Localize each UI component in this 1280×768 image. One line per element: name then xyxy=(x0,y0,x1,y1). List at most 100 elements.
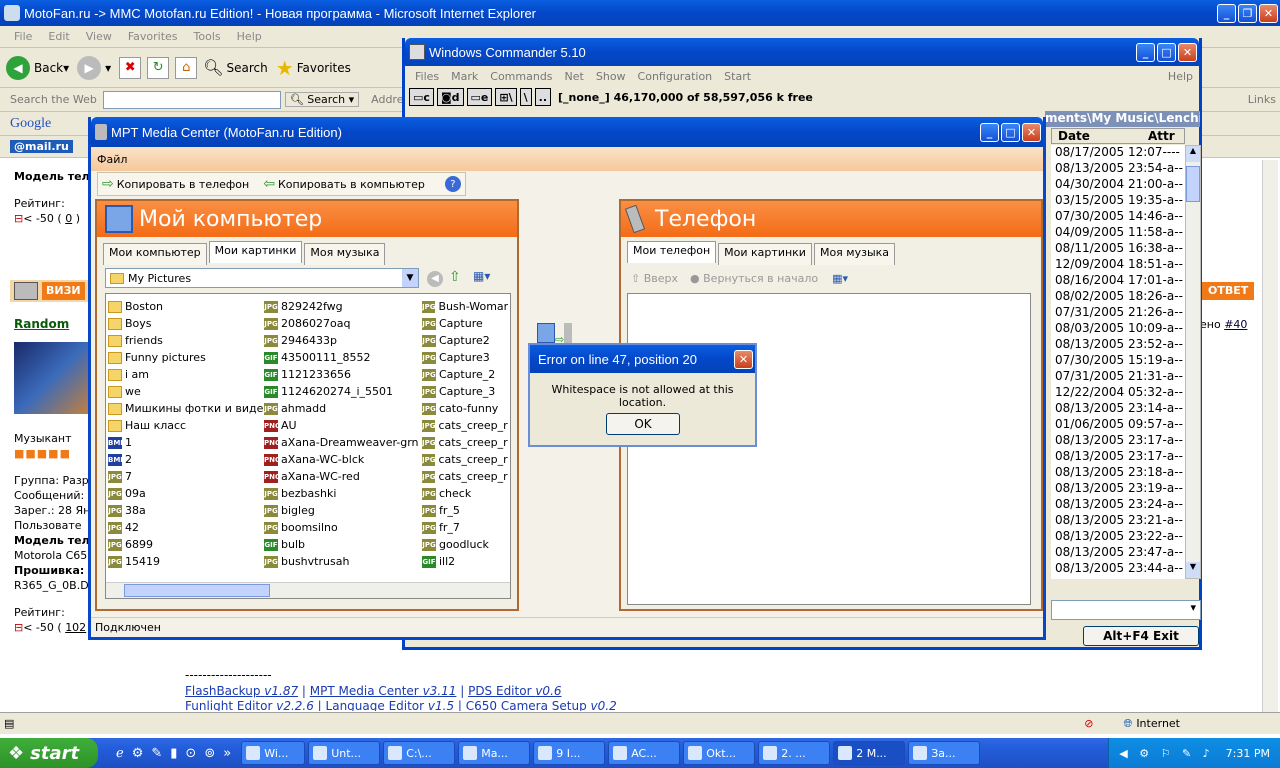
file-row-date[interactable]: 08/13/2005 23:18-a-- xyxy=(1051,465,1185,481)
file-row-date[interactable]: 08/03/2005 10:09-a-- xyxy=(1051,321,1185,337)
file-row-date[interactable]: 07/30/2005 15:19-a-- xyxy=(1051,353,1185,369)
wc-minimize-button[interactable]: _ xyxy=(1136,42,1155,62)
file-item[interactable]: JPG 42 xyxy=(108,519,270,536)
file-item[interactable]: GIF bulb xyxy=(264,536,419,553)
file-row-date[interactable]: 04/30/2004 21:00-a-- xyxy=(1051,177,1185,193)
ie-scrollbar[interactable] xyxy=(1262,160,1278,712)
file-item[interactable]: Boston xyxy=(108,298,270,315)
file-item[interactable]: Boys xyxy=(108,315,270,332)
menu-edit[interactable]: Edit xyxy=(40,30,77,43)
file-item[interactable]: JPG Capture3 xyxy=(422,349,508,366)
file-row-date[interactable]: 08/13/2005 23:14-a-- xyxy=(1051,401,1185,417)
forward-button[interactable]: ▶ ▾ xyxy=(77,55,111,80)
file-item[interactable]: JPG 829242fwg xyxy=(264,298,419,315)
menu-tools[interactable]: Tools xyxy=(186,30,229,43)
back-nav-icon[interactable]: ◀ xyxy=(427,271,443,287)
menu-help[interactable]: Help xyxy=(229,30,270,43)
file-item[interactable]: JPG ahmadd xyxy=(264,400,419,417)
reply-button[interactable]: ОТВЕТ xyxy=(1202,282,1255,300)
app-quicklaunch-icon[interactable]: ▮ xyxy=(170,746,177,761)
links-label[interactable]: Links xyxy=(1248,93,1276,106)
user-link[interactable]: Random xyxy=(14,317,69,331)
footer-link[interactable]: PDS Editor v0.6 xyxy=(468,684,561,698)
file-item[interactable]: JPG goodluck xyxy=(422,536,508,553)
footer-link[interactable]: C650 Camera Setup v0.2 xyxy=(466,699,617,711)
tab-my-music[interactable]: Моя музыка xyxy=(304,243,386,265)
file-row-date[interactable]: 08/13/2005 23:24-a-- xyxy=(1051,497,1185,513)
menu-file[interactable]: File xyxy=(6,30,40,43)
error-dialog-close-button[interactable]: ✕ xyxy=(734,349,753,369)
file-item[interactable]: JPG 2086027oaq xyxy=(264,315,419,332)
task-button[interactable]: 2. ... xyxy=(758,741,831,765)
task-button[interactable]: Ma... xyxy=(458,741,531,765)
file-item[interactable]: we xyxy=(108,383,270,400)
wc-scrollbar[interactable]: ▲ ▼ xyxy=(1185,145,1201,579)
file-item[interactable]: GIF 1121233656 xyxy=(264,366,419,383)
search-button[interactable]: 🔍︎ Search xyxy=(203,58,268,77)
mpt-maximize-button[interactable]: □ xyxy=(1001,122,1020,142)
tab-phone-music[interactable]: Моя музыка xyxy=(813,243,896,265)
file-row-date[interactable]: 08/13/2005 23:17-a-- xyxy=(1051,449,1185,465)
rating-link[interactable]: 0 xyxy=(65,212,72,225)
task-button[interactable]: AC... xyxy=(608,741,681,765)
edit-note-link[interactable]: #40 xyxy=(1224,318,1247,331)
drive-e-button[interactable]: ▭ e xyxy=(466,88,493,106)
file-item[interactable]: JPG check xyxy=(422,485,508,502)
file-item[interactable]: i am xyxy=(108,366,270,383)
wc-menu-show[interactable]: Show xyxy=(590,70,632,83)
ie-quicklaunch-icon[interactable]: ℯ xyxy=(116,746,124,761)
copy-to-pc-button[interactable]: ⇦ Копировать в компьютер xyxy=(263,176,425,192)
task-button[interactable]: 9 I... xyxy=(533,741,606,765)
folder-select[interactable]: My Pictures ▼ xyxy=(105,268,419,288)
file-row-date[interactable]: 08/13/2005 23:54-a-- xyxy=(1051,161,1185,177)
user-rating-link[interactable]: 102 xyxy=(65,621,86,634)
file-item[interactable]: Наш класс xyxy=(108,417,270,434)
col-attr-header[interactable]: Attr xyxy=(1148,129,1175,143)
file-row-date[interactable]: 07/31/2005 21:26-a-- xyxy=(1051,305,1185,321)
tray-icons[interactable]: ◀ ⚙ ⚐ ✎ ♪ xyxy=(1119,747,1213,760)
file-item[interactable]: JPG Capture_3 xyxy=(422,383,508,400)
file-item[interactable]: BMP 2 xyxy=(108,451,270,468)
file-item[interactable]: JPG 15419 xyxy=(108,553,270,570)
back-button[interactable]: ◀ Back ▾ xyxy=(6,55,69,80)
tab-my-pictures[interactable]: Мои картинки xyxy=(208,241,303,263)
mpt-menu-file[interactable]: Файл xyxy=(97,153,127,166)
file-item[interactable]: JPG Capture_2 xyxy=(422,366,508,383)
file-item[interactable]: JPG bezbashki xyxy=(264,485,419,502)
wc-menu-help[interactable]: Help xyxy=(1162,70,1199,83)
file-item[interactable]: JPG Bush-Woman xyxy=(422,298,508,315)
file-row-date[interactable]: 08/02/2005 18:26-a-- xyxy=(1051,289,1185,305)
file-row-date[interactable]: 08/13/2005 23:52-a-- xyxy=(1051,337,1185,353)
wc-command-line[interactable]: ▾ xyxy=(1051,600,1201,620)
phone-file-list[interactable] xyxy=(627,293,1031,605)
file-item[interactable]: JPG cats_creep_ru xyxy=(422,434,508,451)
file-item[interactable]: GIF ill2 xyxy=(422,553,508,570)
file-row-date[interactable]: 12/22/2004 05:32-a-- xyxy=(1051,385,1185,401)
file-item[interactable]: JPG fr_7 xyxy=(422,519,508,536)
google-logo[interactable]: Google xyxy=(10,116,51,132)
file-item[interactable]: JPG cats_creep_ru xyxy=(422,468,508,485)
visit-button[interactable]: ВИЗИ xyxy=(42,282,85,300)
file-item[interactable]: GIF 43500111_8552 xyxy=(264,349,419,366)
clock[interactable]: 7:31 PM xyxy=(1226,747,1270,760)
quicklaunch-more-icon[interactable]: » xyxy=(223,746,231,761)
app-quicklaunch-icon[interactable]: ⚙ xyxy=(132,746,144,761)
file-row-date[interactable]: 03/15/2005 19:35-a-- xyxy=(1051,193,1185,209)
file-item[interactable]: JPG Capture2 xyxy=(422,332,508,349)
home-button[interactable]: ● Вернуться в начало xyxy=(690,272,818,285)
start-button[interactable]: ❖ start xyxy=(0,738,98,768)
file-item[interactable]: JPG 2946433p xyxy=(264,332,419,349)
file-item[interactable]: JPG 09a xyxy=(108,485,270,502)
phone-view-mode-icon[interactable]: ▦▾ xyxy=(832,272,848,285)
task-button[interactable]: За... xyxy=(908,741,981,765)
file-item[interactable]: PNG aXana-WC-red xyxy=(264,468,419,485)
file-list[interactable]: Boston Boys friends Funny pictures i am we Миш… xyxy=(105,293,511,599)
wc-close-button[interactable]: ✕ xyxy=(1178,42,1197,62)
file-row-date[interactable]: 01/06/2005 09:57-a-- xyxy=(1051,417,1185,433)
tab-my-computer[interactable]: Мои компьютер xyxy=(103,243,207,265)
file-item[interactable]: PNG aXana-WC-blck xyxy=(264,451,419,468)
file-item[interactable]: JPG cats_creep_ru xyxy=(422,417,508,434)
file-item[interactable]: JPG fr_5 xyxy=(422,502,508,519)
file-item[interactable]: JPG cato-funny xyxy=(422,400,508,417)
wc-maximize-button[interactable]: □ xyxy=(1157,42,1176,62)
